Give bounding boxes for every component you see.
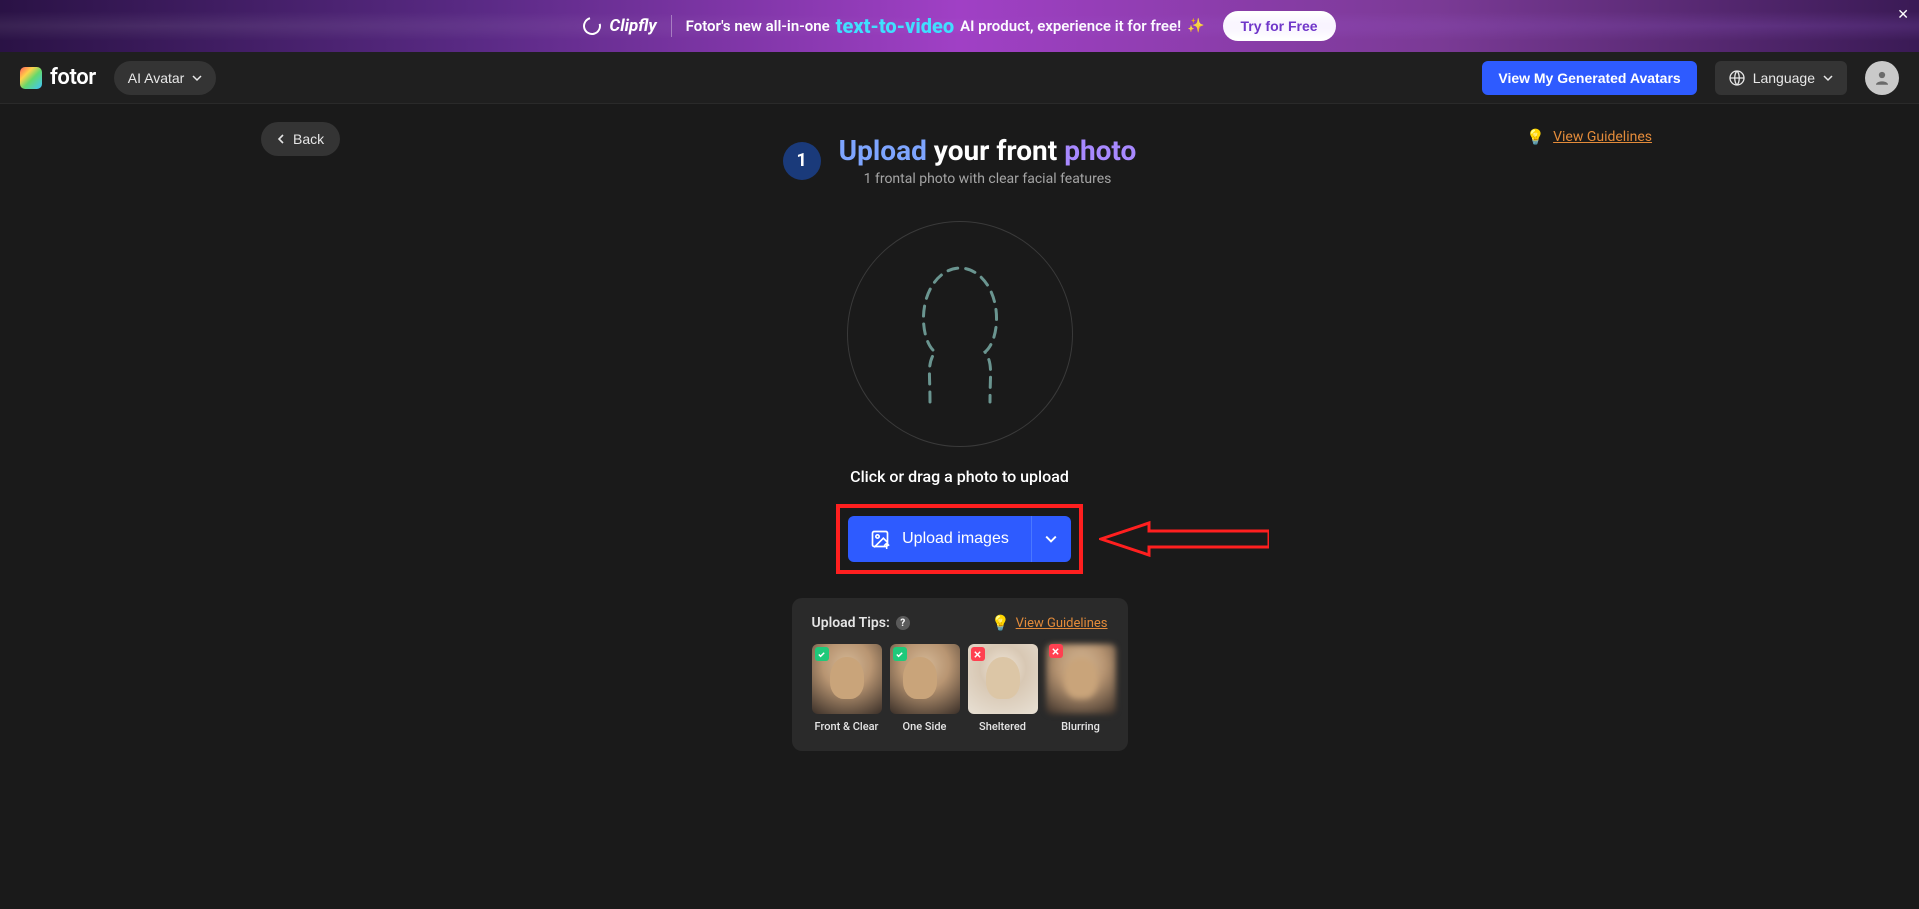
banner-text-post: AI product, experience it for free!	[960, 17, 1181, 35]
step-number-badge: 1	[783, 142, 821, 180]
tip-thumbnail	[968, 644, 1038, 714]
view-guidelines-link[interactable]: View Guidelines	[1553, 129, 1652, 145]
annotation-arrow-icon	[1099, 519, 1269, 559]
x-badge-icon	[971, 647, 985, 661]
chevron-left-icon	[277, 134, 285, 144]
tip-thumbnail	[812, 644, 882, 714]
tip-label: One Side	[903, 720, 947, 733]
tip-thumbnail	[890, 644, 960, 714]
language-dropdown[interactable]: Language	[1715, 61, 1847, 95]
upload-images-button[interactable]: Upload images	[848, 516, 1031, 562]
image-upload-icon	[870, 529, 890, 549]
banner-logo-text: Clipfly	[609, 16, 656, 36]
promo-banner: Clipfly Fotor's new all-in-one text-to-v…	[0, 0, 1919, 52]
chevron-down-icon	[192, 73, 202, 83]
product-dropdown[interactable]: AI Avatar	[114, 61, 217, 95]
tip-item: One Side	[890, 644, 960, 733]
dropzone-text: Click or drag a photo to upload	[850, 467, 1069, 486]
language-label: Language	[1753, 70, 1815, 86]
title-word-upload: Upload	[839, 134, 927, 167]
sparkle-icon: ✨	[1187, 18, 1204, 34]
tip-item: Blurring	[1046, 644, 1116, 733]
tips-grid: Front & Clear One Side Sheltered	[812, 644, 1108, 733]
upload-button-label: Upload images	[902, 530, 1009, 548]
main-content: Back 💡 View Guidelines 1 Upload your fro…	[0, 104, 1919, 751]
banner-text-pre: Fotor's new all-in-one	[686, 17, 830, 35]
page-subtitle: 1 frontal photo with clear facial featur…	[864, 171, 1112, 187]
page-title: Upload your front photo	[839, 134, 1137, 167]
tip-item: Front & Clear	[812, 644, 882, 733]
tip-label: Sheltered	[979, 720, 1026, 733]
title-word-middle: your front	[934, 134, 1057, 167]
clipfly-logo-icon	[580, 14, 605, 39]
tip-label: Blurring	[1061, 720, 1100, 733]
chevron-down-icon	[1045, 533, 1057, 545]
back-button[interactable]: Back	[261, 122, 340, 156]
globe-icon	[1729, 70, 1745, 86]
guidelines-top: 💡 View Guidelines	[1526, 128, 1652, 146]
banner-divider	[671, 15, 672, 37]
tips-header: Upload Tips: ? 💡 View Guidelines	[812, 614, 1108, 632]
upload-dropzone[interactable]	[847, 221, 1073, 447]
view-generated-avatars-button[interactable]: View My Generated Avatars	[1482, 61, 1696, 95]
tip-item: Sheltered	[968, 644, 1038, 733]
product-dropdown-label: AI Avatar	[128, 70, 185, 86]
bulb-icon: 💡	[1526, 128, 1545, 146]
brand-logo[interactable]: fotor	[20, 65, 96, 90]
tip-label: Front & Clear	[815, 720, 879, 733]
brand-logo-icon	[20, 67, 42, 89]
step-title-row: 1 Upload your front photo 1 frontal phot…	[783, 134, 1137, 187]
brand-logo-text: fotor	[50, 65, 96, 90]
person-icon	[1873, 69, 1891, 87]
check-badge-icon	[893, 647, 907, 661]
upload-button-group: Upload images	[836, 504, 1083, 574]
banner-close-button[interactable]: ✕	[1897, 6, 1909, 23]
banner-cta-button[interactable]: Try for Free	[1223, 11, 1336, 41]
banner-text-highlight: text-to-video	[836, 14, 954, 38]
silhouette-placeholder-icon	[885, 252, 1035, 416]
banner-text: Fotor's new all-in-one text-to-video AI …	[686, 14, 1205, 38]
check-badge-icon	[815, 647, 829, 661]
tips-heading: Upload Tips:	[812, 615, 890, 631]
bulb-icon: 💡	[991, 614, 1010, 632]
user-avatar[interactable]	[1865, 61, 1899, 95]
banner-logo: Clipfly	[583, 16, 656, 36]
chevron-down-icon	[1823, 73, 1833, 83]
title-word-photo: photo	[1064, 134, 1136, 167]
back-label: Back	[293, 131, 324, 147]
x-badge-icon	[1049, 644, 1063, 658]
help-icon[interactable]: ?	[896, 616, 910, 630]
upload-options-dropdown[interactable]	[1031, 516, 1071, 562]
upload-tips-card: Upload Tips: ? 💡 View Guidelines Front &…	[792, 598, 1128, 751]
tips-guidelines-link[interactable]: View Guidelines	[1016, 616, 1108, 631]
app-header: fotor AI Avatar View My Generated Avatar…	[0, 52, 1919, 104]
